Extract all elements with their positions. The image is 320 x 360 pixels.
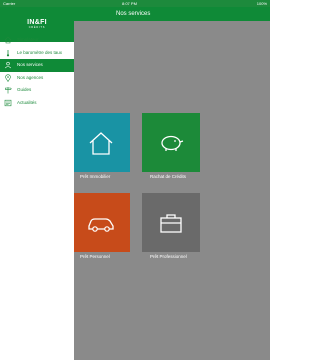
map-pin-icon — [5, 73, 11, 82]
briefcase-icon — [160, 214, 182, 233]
users-icon — [4, 61, 12, 69]
house-icon — [89, 132, 113, 155]
service-label: Rachat de Crédits — [150, 174, 187, 179]
service-tile-pret-professionnel[interactable]: Prêt Professionnel — [142, 193, 200, 259]
status-time: 8:07 PM — [122, 1, 137, 6]
service-label: Prêt Immobilier — [80, 174, 111, 179]
menu-item-nos-agences[interactable]: Nos agences — [0, 72, 74, 85]
service-tile-pret-immobilier[interactable]: Prêt Immobilier — [72, 113, 130, 179]
service-label: Prêt Personnel — [80, 254, 110, 259]
navigation-drawer: IN&FI CRÉDITS Simulateur Le baromètre de… — [0, 7, 74, 360]
page-title: Nos services — [116, 11, 151, 17]
news-icon — [4, 99, 12, 106]
drawer-menu: Simulateur Le baromètre des taux Nos ser… — [0, 34, 74, 109]
thermometer-icon — [6, 49, 10, 56]
menu-item-guides[interactable]: Guides — [0, 84, 74, 97]
piggy-bank-icon — [161, 135, 184, 151]
service-tile-rachat-de-credits[interactable]: Rachat de Crédits — [142, 113, 200, 179]
service-label: Prêt Professionnel — [150, 254, 187, 259]
signpost-icon — [5, 87, 12, 94]
car-icon — [88, 218, 114, 232]
status-bar: Carrier 8:07 PM 100% — [0, 0, 270, 7]
menu-item-barometre[interactable]: Le baromètre des taux — [0, 47, 74, 60]
menu-item-simulateur[interactable]: Simulateur — [0, 34, 74, 47]
carrier-label: Carrier — [3, 1, 16, 6]
menu-item-actualites[interactable]: Actualités — [0, 97, 74, 110]
brand-logo: IN&FI CRÉDITS — [27, 19, 47, 29]
calculator-icon — [4, 36, 12, 44]
service-tile-pret-personnel[interactable]: Prêt Personnel — [72, 193, 130, 259]
menu-item-nos-services[interactable]: Nos services — [0, 59, 74, 72]
battery-level: 100% — [256, 1, 267, 6]
